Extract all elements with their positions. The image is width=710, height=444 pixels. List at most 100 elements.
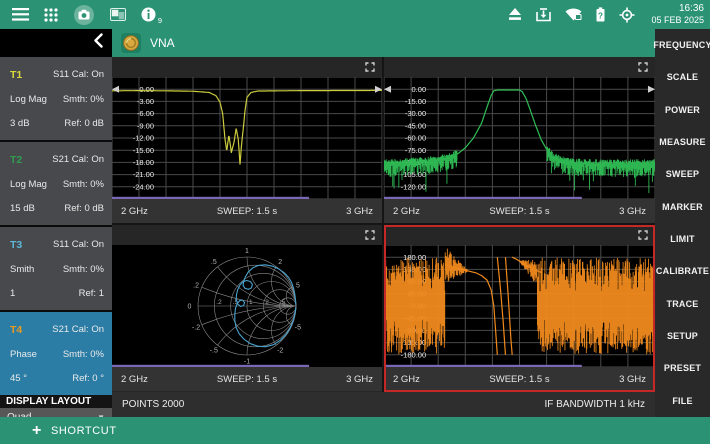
chart-t1-s11-logmag[interactable]: 0.00-3.00-6.00-9.00-12.00-15.00-18.00-21… — [112, 57, 382, 223]
display-layout-label: DISPLAY LAYOUT — [0, 395, 112, 408]
display-layout-section: DISPLAY LAYOUT Quad ▼ — [0, 395, 112, 417]
chart-header — [112, 225, 382, 245]
svg-text:0.00: 0.00 — [139, 85, 154, 94]
trace-cal: S11 Cal: On — [53, 69, 104, 80]
chart-footer: 2 GHz SWEEP: 1.5 s 3 GHz — [112, 367, 382, 391]
save-icon[interactable] — [536, 8, 551, 22]
trace-panel-t2[interactable]: T2S21 Cal: OnLog MagSmth: 0%15 dBRef: 0 … — [0, 142, 112, 225]
status-row: POINTS 2000 IF BANDWIDTH 1 kHz — [112, 392, 655, 417]
svg-text:-15.00: -15.00 — [405, 97, 426, 106]
svg-text:2: 2 — [278, 259, 282, 266]
menu-item-measure[interactable]: MEASURE — [655, 126, 710, 158]
title-bar: VNA — [0, 29, 655, 57]
add-shortcut-button[interactable]: + SHORTCUT — [32, 423, 117, 439]
menu-item-trace[interactable]: TRACE — [655, 288, 710, 320]
trace-ref: Ref: 0 ° — [72, 373, 104, 384]
chart-footer: 2 GHz SWEEP: 1.5 s 3 GHz — [384, 199, 655, 223]
menu-item-preset[interactable]: PRESET — [655, 352, 710, 384]
menu-item-power[interactable]: POWER — [655, 94, 710, 126]
menu-item-frequency[interactable]: FREQUENCY — [655, 29, 710, 61]
fullscreen-icon[interactable] — [365, 230, 375, 240]
trace-id: T4 — [10, 324, 22, 336]
apps-grid-icon[interactable] — [44, 8, 58, 22]
battery-icon[interactable]: ? — [596, 7, 605, 22]
fullscreen-icon[interactable] — [638, 62, 648, 72]
menu-item-setup[interactable]: SETUP — [655, 320, 710, 352]
trace-panel-t4[interactable]: T4S21 Cal: OnPhaseSmth: 0%45 °Ref: 0 ° — [0, 312, 112, 395]
svg-text:-2: -2 — [277, 348, 283, 355]
chart-t3-s11-smith[interactable]: .2.51250-.2-.5-1-2-5.2.5125 2 GHz SWEEP:… — [112, 225, 382, 392]
trace-format: Phase — [10, 349, 37, 360]
svg-text:-60.00: -60.00 — [405, 134, 426, 143]
sweep-label: SWEEP: 1.5 s — [217, 206, 277, 217]
plot-area: 0.00-15.00-30.00-45.00-60.00-75.00-90.00… — [384, 77, 655, 199]
clock-date: 05 FEB 2025 — [651, 15, 704, 26]
info-icon[interactable]: 9 — [141, 7, 156, 22]
trace-scale: 15 dB — [10, 203, 35, 214]
trace-id: T1 — [10, 69, 22, 81]
shortcut-bar: + SHORTCUT — [0, 417, 710, 444]
status-bar-left: 9 — [6, 4, 156, 26]
trace-scale: 1 — [10, 288, 15, 299]
svg-text:.2: .2 — [193, 282, 199, 289]
svg-text:-5: -5 — [295, 324, 301, 331]
app-title: VNA — [150, 36, 175, 50]
x-start-label: 2 GHz — [393, 206, 420, 217]
x-end-label: 3 GHz — [346, 206, 373, 217]
chart-t2-s21-logmag[interactable]: 0.00-15.00-30.00-45.00-60.00-75.00-90.00… — [384, 57, 655, 223]
trace-smoothing: Smth: 0% — [63, 179, 104, 190]
x-start-label: 2 GHz — [121, 206, 148, 217]
menu-item-file[interactable]: FILE — [655, 385, 710, 417]
svg-text:-.2: -.2 — [192, 324, 200, 331]
shortcut-label: SHORTCUT — [51, 425, 117, 437]
points-indicator: POINTS 2000 — [122, 399, 184, 410]
location-icon[interactable] — [619, 7, 635, 23]
menu-item-limit[interactable]: LIMIT — [655, 223, 710, 255]
menu-item-marker[interactable]: MARKER — [655, 191, 710, 223]
svg-text:5: 5 — [296, 282, 300, 289]
eject-icon[interactable] — [508, 8, 522, 21]
clock: 16:36 05 FEB 2025 — [651, 3, 704, 27]
notification-count: 9 — [158, 16, 162, 25]
menu-icon[interactable] — [12, 8, 29, 21]
menu-item-calibrate[interactable]: CALIBRATE — [655, 255, 710, 287]
menu-item-sweep[interactable]: SWEEP — [655, 158, 710, 190]
svg-text:-15.00: -15.00 — [133, 146, 154, 155]
svg-text:1: 1 — [249, 299, 253, 306]
plot-area: .2.51250-.2-.5-1-2-5.2.5125 — [112, 245, 382, 367]
sidebar-collapse-button[interactable] — [0, 29, 112, 57]
trace-smoothing: Smth: 0% — [63, 94, 104, 105]
svg-text:5: 5 — [282, 299, 286, 306]
svg-text:-21.00: -21.00 — [133, 170, 154, 179]
svg-text:-9.00: -9.00 — [137, 121, 154, 130]
x-start-label: 2 GHz — [393, 374, 420, 385]
svg-text:-45.00: -45.00 — [405, 121, 426, 130]
sweep-label: SWEEP: 1.5 s — [489, 374, 549, 385]
trace-format: Smith — [10, 264, 34, 275]
chart-header — [384, 57, 655, 77]
trace-panel-t3[interactable]: T3S11 Cal: OnSmithSmth: 0%1Ref: 1 — [0, 227, 112, 310]
wifi-lock-icon[interactable] — [565, 8, 582, 21]
svg-text:.2: .2 — [216, 299, 222, 306]
fullscreen-icon[interactable] — [365, 62, 375, 72]
fullscreen-icon[interactable] — [638, 230, 648, 240]
chevron-left-icon — [94, 33, 103, 53]
trace-cal: S21 Cal: On — [52, 154, 104, 165]
svg-text:-18.00: -18.00 — [133, 158, 154, 167]
trace-ref: Ref: 0 dB — [64, 203, 104, 214]
trace-panel-t1[interactable]: T1S11 Cal: OnLog MagSmth: 0%3 dBRef: 0 d… — [0, 57, 112, 140]
svg-text:.5: .5 — [211, 259, 217, 266]
menu-item-scale[interactable]: SCALE — [655, 61, 710, 93]
svg-text:0: 0 — [187, 303, 191, 310]
trace-ref: Ref: 0 dB — [64, 118, 104, 129]
chart-t4-s21-phase[interactable]: 180.00135.0090.0045.000.00-45.00-90.00-1… — [384, 225, 655, 392]
trace-format: Log Mag — [10, 179, 47, 190]
svg-text:-12.00: -12.00 — [133, 134, 154, 143]
app-logo-icon — [121, 33, 141, 53]
camera-icon[interactable] — [73, 4, 95, 26]
x-end-label: 3 GHz — [619, 206, 646, 217]
trace-scale: 45 ° — [10, 373, 27, 384]
display-layout-select[interactable]: Quad ▼ — [0, 408, 112, 417]
split-screenshot-icon[interactable] — [110, 8, 126, 21]
side-menu: FREQUENCYSCALEPOWERMEASURESWEEPMARKERLIM… — [655, 29, 710, 417]
